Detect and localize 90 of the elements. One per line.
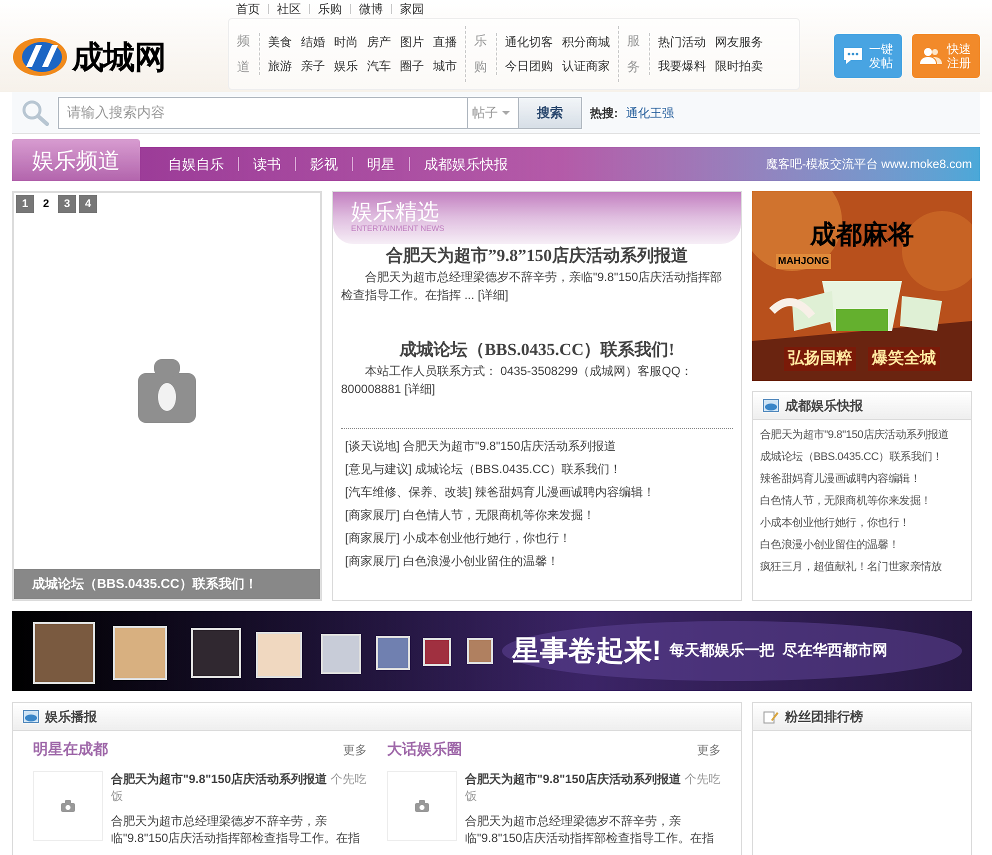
nav-link[interactable]: 直播 <box>433 33 457 51</box>
camera-icon <box>61 800 75 812</box>
window-icon <box>23 710 39 723</box>
logo-icon <box>12 37 68 77</box>
news-link[interactable]: 疯狂三月，超值献礼！名门世家亲情放 <box>760 556 964 578</box>
pencil-note-icon <box>763 710 779 724</box>
nav-link[interactable]: 城市 <box>433 57 457 75</box>
channel-link[interactable]: 影视 <box>295 157 352 171</box>
window-icon <box>763 399 779 412</box>
logo-text: 成城网 <box>72 38 166 77</box>
ad-slogan: 弘扬国粹 <box>784 347 856 371</box>
nav-link[interactable]: 积分商城 <box>562 33 610 51</box>
news-link[interactable]: 成城论坛（BBS.0435.CC）联系我们！ <box>760 446 964 468</box>
ad-title: 成都麻将 <box>810 218 914 251</box>
nav-link[interactable]: 亲子 <box>301 57 325 75</box>
news-link[interactable]: 白色情人节，无限商机等你来发掘！ <box>760 490 964 512</box>
top-nav-link[interactable]: 家园 <box>391 4 432 14</box>
slide-page-button[interactable]: 1 <box>16 195 34 213</box>
top-nav-link[interactable]: 乐购 <box>309 4 350 14</box>
ad-subtitle: MAHJONG <box>776 254 832 269</box>
nav-link[interactable]: 结婚 <box>301 33 325 51</box>
news-link[interactable]: 合肥天为超市"9.8"150店庆活动系列报道 <box>760 424 964 446</box>
news-link[interactable]: 白色浪漫小创业留住的温馨！ <box>760 534 964 556</box>
nav-link[interactable]: 我要爆料 <box>658 57 706 75</box>
nav-link[interactable]: 娱乐 <box>334 57 358 75</box>
nav-link[interactable]: 热门活动 <box>658 33 706 51</box>
column-title[interactable]: 大话娱乐圈 <box>387 738 462 762</box>
camera-icon <box>138 359 196 425</box>
hot-search-label: 热搜: <box>590 104 618 122</box>
section-subtitle: ENTERTAINMENT NEWS <box>351 224 444 234</box>
nav-link[interactable]: 美食 <box>268 33 292 51</box>
nav-link[interactable]: 认证商家 <box>562 57 610 75</box>
channel-link[interactable]: 成都娱乐快报 <box>409 157 522 171</box>
slide-page-button[interactable]: 4 <box>79 195 97 213</box>
nav-link[interactable]: 汽车 <box>367 57 391 75</box>
slide-page-button[interactable]: 3 <box>58 195 76 213</box>
nav-link[interactable]: 今日团购 <box>505 57 553 75</box>
caret-icon <box>502 110 510 114</box>
nav-link[interactable]: 时尚 <box>334 33 358 51</box>
nav-group-label: 频道 <box>237 32 251 76</box>
channel-link[interactable]: 自娱自乐 <box>154 157 238 171</box>
detail-link[interactable]: [详细] <box>478 288 508 302</box>
news-list-item[interactable]: [意见与建议] 成城论坛（BBS.0435.CC）联系我们！ <box>345 458 729 481</box>
nav-link[interactable]: 旅游 <box>268 57 292 75</box>
ad-slogan: 爆笑全城 <box>868 347 940 371</box>
channel-link[interactable]: 读书 <box>238 157 295 171</box>
channel-title: 娱乐频道 <box>12 139 140 181</box>
site-note: 魔客吧-模板交流平台 www.moke8.com <box>766 156 972 173</box>
top-nav-link[interactable]: 社区 <box>268 4 309 14</box>
news-list-item[interactable]: [谈天说地] 合肥天为超市"9.8"150店庆活动系列报道 <box>345 435 729 458</box>
nav-group-label: 服务 <box>627 32 641 76</box>
channel-link[interactable]: 明星 <box>352 157 409 171</box>
news-link[interactable]: 辣爸甜妈育儿漫画诚聘内容编辑！ <box>760 468 964 490</box>
slide-caption: 成城论坛（BBS.0435.CC）联系我们！ <box>14 569 320 599</box>
nav-link[interactable]: 圈子 <box>400 57 424 75</box>
banner-tagline: 每天都娱乐一把 尽在华西都市网 <box>669 640 888 661</box>
top-nav-link[interactable]: 首页 <box>228 4 268 14</box>
news-list-item[interactable]: [商家展厅] 白色浪漫小创业留住的温馨！ <box>345 550 729 573</box>
news-list-item[interactable]: [汽车维修、保养、改装] 辣爸甜妈育儿漫画诚聘内容编辑！ <box>345 481 729 504</box>
column-title[interactable]: 明星在成都 <box>33 738 108 762</box>
story-headline[interactable]: 合肥天为超市”9.8”150店庆活动系列报道 <box>341 244 733 268</box>
nav-link[interactable]: 房产 <box>367 33 391 51</box>
nav-link[interactable]: 通化切客 <box>505 33 553 51</box>
search-icon <box>20 98 50 126</box>
hot-search-link[interactable]: 通化王强 <box>626 104 674 122</box>
news-link[interactable]: 小成本创业他行她行，你也行！ <box>760 512 964 534</box>
news-list-item[interactable]: [商家展厅] 小成本创业他行她行，你也行！ <box>345 527 729 550</box>
article-headline[interactable]: 合肥天为超市"9.8"150店庆活动系列报道 个先吃饭 <box>111 771 367 805</box>
search-button[interactable]: 搜索 <box>518 96 582 128</box>
users-icon <box>920 47 942 65</box>
story-summary: 合肥天为超市总经理梁德岁不辞辛劳，亲临"9.8"150店庆活动指挥部检查指导工作。在指挥 ... [详细] <box>341 269 724 304</box>
camera-icon <box>415 800 429 812</box>
nav-link[interactable]: 图片 <box>400 33 424 51</box>
article-summary: 合肥天为超市总经理梁德岁不辞辛劳，亲临"9.8"150店庆活动指挥部检查指导工作。在指 <box>111 813 362 847</box>
banner-slogan: 星事卷起来! <box>512 634 662 668</box>
more-link[interactable]: 更多 <box>343 741 367 759</box>
article-headline[interactable]: 合肥天为超市"9.8"150店庆活动系列报道 个先吃饭 <box>465 771 721 805</box>
top-nav-link[interactable]: 微博 <box>350 4 391 14</box>
section-banner: 娱乐精选 ENTERTAINMENT NEWS <box>333 192 741 244</box>
more-link[interactable]: 更多 <box>697 741 721 759</box>
chat-bubble-icon <box>842 46 864 66</box>
story-headline[interactable]: 成城论坛（BBS.0435.CC）联系我们! <box>341 338 733 362</box>
news-list-item[interactable]: [商家展厅] 白色情人节，无限商机等你来发掘！ <box>345 504 729 527</box>
article-summary: 合肥天为超市总经理梁德岁不辞辛劳，亲临"9.8"150店庆活动指挥部检查指导工作。在指 <box>465 813 716 847</box>
detail-link[interactable]: [详细] <box>404 382 436 396</box>
nav-link[interactable]: 网友服务 <box>715 33 763 51</box>
nav-link[interactable]: 限时拍卖 <box>715 57 763 75</box>
search-field[interactable]: 请输入搜索内容 <box>58 96 468 128</box>
nav-group-label: 乐购 <box>474 32 488 76</box>
story-summary: 本站工作人员联系方式： 0435-3508299（成城网）客服QQ：800008881 [详细] <box>341 363 694 398</box>
